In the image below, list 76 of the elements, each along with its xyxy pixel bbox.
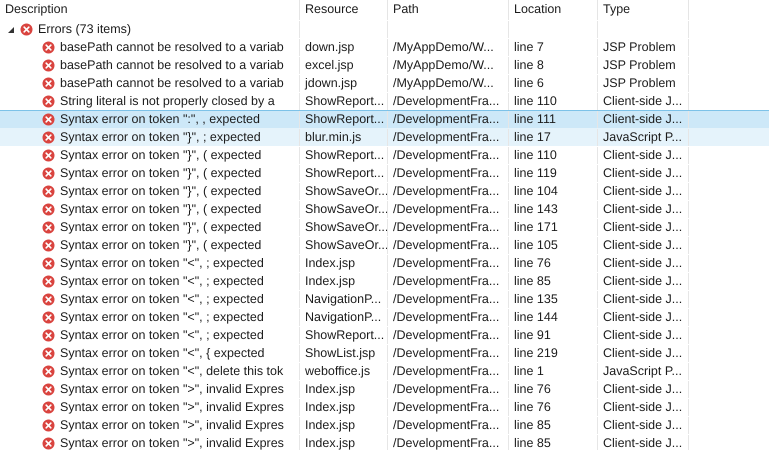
error-icon (42, 203, 55, 216)
table-row[interactable]: Syntax error on token "<", { expected ShowList.jsp /DevelopmentFra... line 219 Client-side J... (0, 344, 769, 363)
error-icon (42, 311, 55, 324)
table-cell: /DevelopmentFra... (388, 435, 509, 450)
table-row[interactable]: basePath cannot be resolved to a variab excel.jsp /MyAppDemo/W... line 8 JSP Problem (0, 56, 769, 75)
description-text: Syntax error on token ">", invalid Expres (60, 381, 284, 398)
error-icon (42, 77, 55, 90)
description-text: Syntax error on token "<", ; expected (60, 309, 264, 326)
table-row[interactable]: Syntax error on token "<", ; expected Index.jsp /DevelopmentFra... line 76 Client-side J... (0, 254, 769, 273)
error-icon (42, 293, 55, 306)
table-row[interactable]: Syntax error on token ">", invalid Expres Index.jsp /DevelopmentFra... line 85 Client-side J... (0, 434, 769, 450)
table-cell: line 85 (509, 435, 598, 450)
error-icon (42, 383, 55, 396)
group-label: Errors (73 items) (38, 21, 132, 38)
table-row[interactable]: Syntax error on token "<", delete this tok weboffice.js /DevelopmentFra... line 1 JavaScript P... (0, 362, 769, 381)
description-text: Syntax error on token "<", ; expected (60, 327, 264, 344)
error-icon (42, 257, 55, 270)
table-row[interactable]: Syntax error on token ">", invalid Expres Index.jsp /DevelopmentFra... line 76 Client-side J... (0, 380, 769, 399)
error-icon (42, 95, 55, 108)
description-text: Syntax error on token "}", ( expected (60, 237, 262, 254)
description-text: Syntax error on token "<", delete this tok (60, 363, 284, 380)
table-row[interactable]: Syntax error on token "}", ( expected ShowReport... /DevelopmentFra... line 119 Client-side J... (0, 164, 769, 183)
description-text: Syntax error on token "}", ( expected (60, 147, 262, 164)
description-text: Syntax error on token ">", invalid Expres (60, 435, 284, 450)
description-text: Syntax error on token "}", ( expected (60, 201, 262, 218)
error-icon (42, 329, 55, 342)
error-icon (42, 149, 55, 162)
table-row[interactable]: basePath cannot be resolved to a variab jdown.jsp /MyAppDemo/W... line 6 JSP Problem (0, 74, 769, 93)
error-icon (42, 401, 55, 414)
table-row[interactable]: Syntax error on token "}", ( expected ShowSaveOr... /DevelopmentFra... line 143 Client-side J... (0, 200, 769, 219)
error-icon (42, 113, 55, 126)
table-row[interactable]: Syntax error on token "}", ( expected ShowSaveOr... /DevelopmentFra... line 104 Client-side J... (0, 182, 769, 201)
table-cell: Index.jsp (300, 435, 388, 450)
error-icon (42, 41, 55, 54)
description-text: Syntax error on token ":", , expected (60, 111, 260, 128)
description-text: Syntax error on token ">", invalid Expres (60, 399, 284, 416)
description-text: Syntax error on token "<", ; expected (60, 273, 264, 290)
description-text: Syntax error on token "<", { expected (60, 345, 264, 362)
description-text: Syntax error on token "<", ; expected (60, 291, 264, 308)
table-row[interactable]: basePath cannot be resolved to a variab down.jsp /MyAppDemo/W... line 7 JSP Problem (0, 38, 769, 57)
description-text: basePath cannot be resolved to a variab (60, 39, 284, 56)
error-icon (42, 365, 55, 378)
error-icon (42, 275, 55, 288)
expand-icon[interactable] (7, 26, 15, 34)
table-row[interactable]: Syntax error on token "}", ; expected blur.min.js /DevelopmentFra... line 17 JavaScript P... (0, 128, 769, 147)
error-icon (42, 131, 55, 144)
description-text: basePath cannot be resolved to a variab (60, 75, 284, 92)
description-text: Syntax error on token "}", ( expected (60, 183, 262, 200)
description-text: Syntax error on token ">", invalid Expres (60, 417, 284, 434)
error-icon (42, 185, 55, 198)
table-cell: Client-side J... (598, 435, 689, 450)
description-text: Syntax error on token "}", ; expected (60, 129, 261, 146)
table-row[interactable]: Syntax error on token ">", invalid Expres Index.jsp /DevelopmentFra... line 85 Client-side J... (0, 416, 769, 435)
error-icon (42, 419, 55, 432)
table-row[interactable]: Syntax error on token "}", ( expected ShowSaveOr... /DevelopmentFra... line 105 Client-side J... (0, 236, 769, 255)
table-row[interactable]: Syntax error on token "<", ; expected Index.jsp /DevelopmentFra... line 85 Client-side J... (0, 272, 769, 291)
table-row[interactable]: Syntax error on token ":", , expected ShowReport... /DevelopmentFra... line 111 Client-side J... (0, 110, 769, 129)
error-icon (42, 437, 55, 450)
error-icon (42, 347, 55, 360)
error-icon (42, 167, 55, 180)
table-row[interactable]: Syntax error on token "}", ( expected ShowSaveOr... /DevelopmentFra... line 171 Client-side J... (0, 218, 769, 237)
description-text: Syntax error on token "<", ; expected (60, 255, 264, 272)
table-row[interactable]: Syntax error on token ">", invalid Expres Index.jsp /DevelopmentFra... line 76 Client-side J... (0, 398, 769, 417)
error-icon (20, 23, 33, 36)
error-icon (42, 221, 55, 234)
error-icon (42, 239, 55, 252)
table-row[interactable]: Syntax error on token "<", ; expected NavigationP... /DevelopmentFra... line 144 Client-side J... (0, 308, 769, 327)
table-row[interactable]: String literal is not properly closed by a ShowReport... /DevelopmentFra... line 110 Client-side J... (0, 92, 769, 111)
error-icon (42, 59, 55, 72)
table-row[interactable]: Syntax error on token "}", ( expected ShowReport... /DevelopmentFra... line 110 Client-side J... (0, 146, 769, 165)
table-row[interactable]: Syntax error on token "<", ; expected NavigationP... /DevelopmentFra... line 135 Client-side J... (0, 290, 769, 309)
description-text: Syntax error on token "}", ( expected (60, 165, 262, 182)
description-text: Syntax error on token "}", ( expected (60, 219, 262, 236)
table-row[interactable]: Syntax error on token "<", ; expected ShowReport... /DevelopmentFra... line 91 Client-side J... (0, 326, 769, 345)
description-text: String literal is not properly closed by a (60, 93, 275, 110)
description-text: basePath cannot be resolved to a variab (60, 57, 284, 74)
